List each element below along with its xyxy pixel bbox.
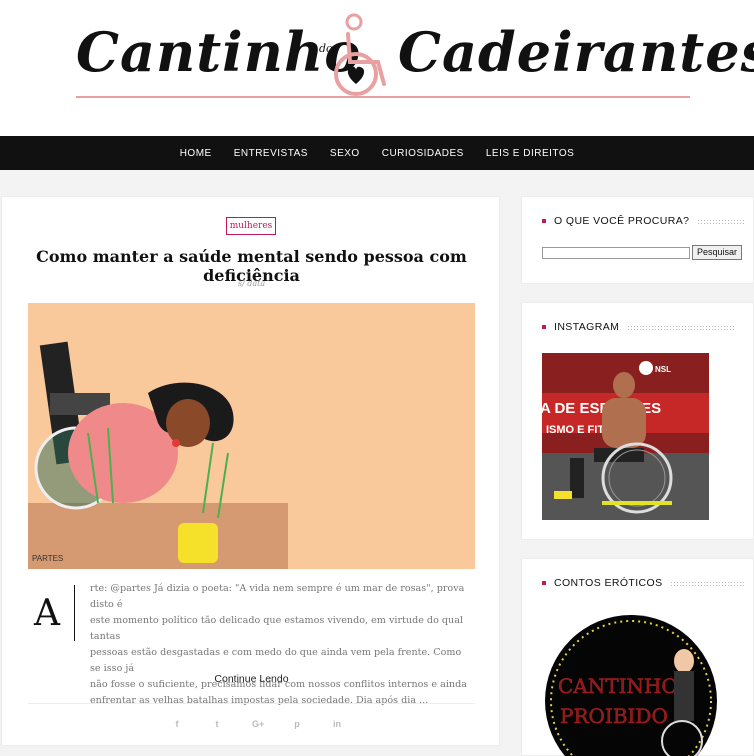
share-bar: f t G+ p in xyxy=(172,719,342,729)
nav-curiosidades[interactable]: CURIOSIDADES xyxy=(382,148,464,159)
linkedin-icon[interactable]: in xyxy=(332,719,342,729)
search-widget: O QUE VOCÊ PROCURA? Pesquisar xyxy=(521,196,754,284)
title-marker xyxy=(542,219,546,223)
excerpt-line: rte: @partes Já dizia o poeta: "A vida n… xyxy=(90,583,465,610)
wheelchair-heart-icon xyxy=(334,13,386,96)
site-header: Cantinho dos Cadeirantes xyxy=(0,0,754,136)
dropcap-rule xyxy=(74,585,75,641)
nav-leis-e-direitos[interactable]: LEIS E DIREITOS xyxy=(486,148,574,159)
excerpt-line: enfrentar as velhas batalhas impostas pe… xyxy=(90,695,429,706)
post-divider xyxy=(28,703,475,704)
title-dots xyxy=(627,324,736,330)
site-logo[interactable]: Cantinho dos Cadeirantes xyxy=(76,12,754,102)
twitter-icon[interactable]: t xyxy=(212,719,222,729)
logo-underline xyxy=(76,96,690,98)
banner-logo: NSL xyxy=(655,365,671,374)
logo-text-right: Cadeirantes xyxy=(398,20,754,84)
post-card: mulheres Como manter a saúde mental send… xyxy=(1,196,500,746)
nav-entrevistas[interactable]: ENTREVISTAS xyxy=(234,148,308,159)
post-date: s/ data xyxy=(237,279,266,288)
search-button[interactable]: Pesquisar xyxy=(692,245,742,260)
category-badge[interactable]: mulheres xyxy=(226,217,276,235)
contos-widget: CONTOS ERÓTICOS CANTINHO PROIBIDO xyxy=(521,558,754,756)
search-widget-title: O QUE VOCÊ PROCURA? xyxy=(554,215,690,227)
contos-banner-image[interactable]: CANTINHO PROIBIDO xyxy=(542,611,720,756)
widget-title: O QUE VOCÊ PROCURA? xyxy=(542,215,746,227)
nav-sexo[interactable]: SEXO xyxy=(330,148,360,159)
cantinho-proibido-logo: CANTINHO PROIBIDO xyxy=(545,615,717,756)
image-caption: PARTES xyxy=(32,554,63,563)
contos-widget-title: CONTOS ERÓTICOS xyxy=(554,577,663,589)
title-dots xyxy=(697,218,746,224)
search-input[interactable] xyxy=(542,247,690,259)
title-marker xyxy=(542,581,546,585)
title-marker xyxy=(542,325,546,329)
post-excerpt: rte: @partes Já dizia o poeta: "A vida n… xyxy=(90,581,474,709)
continue-reading-link[interactable]: Continue Lendo xyxy=(2,673,501,685)
illustration-woman-wheelchair: PARTES xyxy=(28,303,475,569)
nav-home[interactable]: HOME xyxy=(180,148,212,159)
instagram-photo[interactable]: A DE ESPORTES ISMO E FITNESS NSL xyxy=(542,353,709,520)
contos-line-1: CANTINHO xyxy=(558,674,678,698)
instagram-widget: INSTAGRAM A DE ESPORTES ISMO E FITNESS N… xyxy=(521,302,754,540)
facebook-icon[interactable]: f xyxy=(172,719,182,729)
athlete-wheelchair-photo: A DE ESPORTES ISMO E FITNESS NSL xyxy=(542,353,709,520)
google-plus-icon[interactable]: G+ xyxy=(252,719,264,729)
widget-title: INSTAGRAM xyxy=(542,321,736,333)
instagram-widget-title: INSTAGRAM xyxy=(554,321,620,333)
post-featured-image[interactable]: PARTES xyxy=(28,303,475,569)
widget-title: CONTOS ERÓTICOS xyxy=(542,577,747,589)
main-nav: HOME ENTREVISTAS SEXO CURIOSIDADES LEIS … xyxy=(0,136,754,170)
excerpt-line: este momento político tão delicado que e… xyxy=(90,615,464,642)
pinterest-icon[interactable]: p xyxy=(292,719,302,729)
title-dots xyxy=(670,580,747,586)
dropcap-letter: A xyxy=(34,593,60,634)
contos-line-2: PROIBIDO xyxy=(560,704,668,728)
